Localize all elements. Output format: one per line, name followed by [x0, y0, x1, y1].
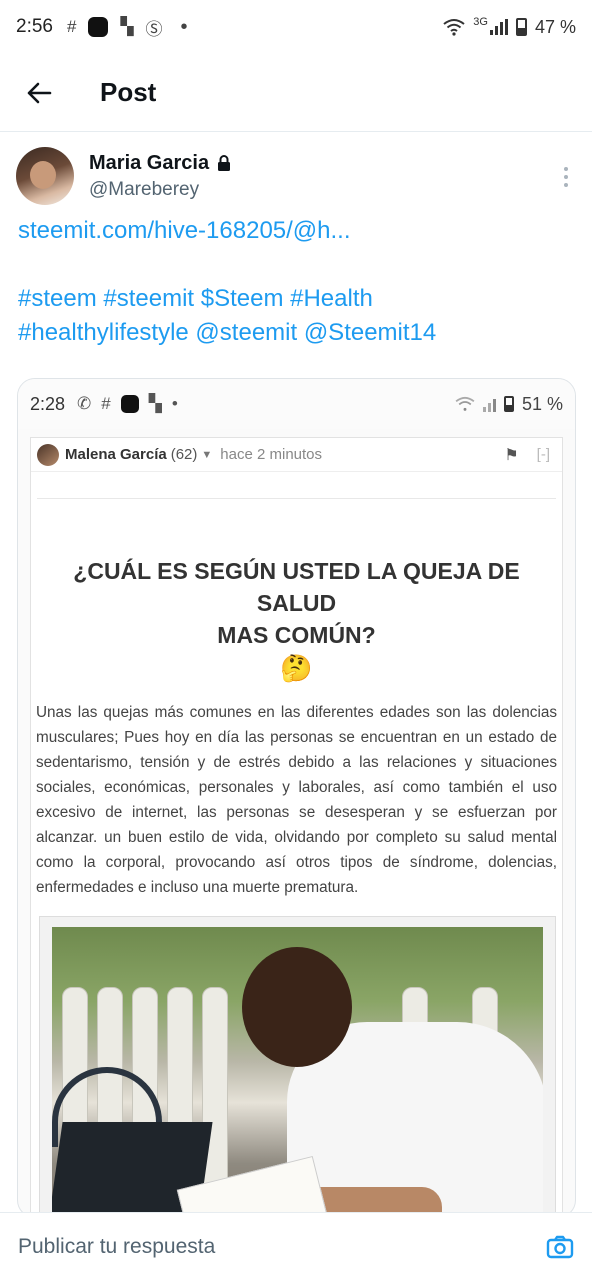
more-notifications-icon: • — [180, 15, 188, 38]
lock-icon — [218, 155, 231, 171]
comment-title-line2: MAS COMÚN? — [217, 622, 376, 648]
photo-app-notification-icon: ▚ — [120, 17, 134, 36]
embedded-battery-percent: 51 % — [521, 393, 563, 414]
author-display-name[interactable]: Maria Garcia — [89, 152, 231, 175]
more-options-icon[interactable] — [556, 165, 576, 187]
chevron-down-icon: ▼ — [201, 448, 213, 461]
collapse-label: [-] — [536, 446, 550, 463]
more-notifications-icon: • — [171, 394, 178, 413]
embedded-status-time: 2:28 — [30, 393, 66, 414]
battery-icon — [515, 18, 527, 36]
post-link[interactable]: steemit.com/hive-168205/@h... — [18, 214, 574, 248]
comment-header: Malena García (62) ▼ hace 2 minutos ⚑ [-… — [31, 438, 562, 472]
photo-app-notification-icon: ▚ — [148, 394, 162, 413]
post-author: Maria Garcia @Mareberey — [16, 144, 576, 208]
photo-woman-reading — [52, 927, 543, 1217]
embedded-status-right: 51 % — [455, 394, 563, 415]
flag-icon: ⚑ — [504, 446, 519, 464]
wifi-icon — [455, 396, 475, 411]
comment-reputation: (62) — [170, 446, 198, 463]
battery-icon — [503, 396, 514, 412]
comment-avatar — [37, 443, 59, 466]
post-hashtags-line2[interactable]: #healthylifestyle @steemit @Steemit14 — [18, 316, 574, 350]
app-notification-icon — [88, 17, 109, 37]
wifi-icon — [443, 19, 465, 36]
comment-photo — [39, 916, 556, 1217]
comment-title: ¿CUÁL ES SEGÚN USTED LA QUEJA DE SALUD M… — [31, 555, 562, 651]
grid-notification-icon: # — [66, 17, 77, 36]
back-button[interactable] — [0, 54, 78, 132]
signal-icon — [482, 396, 496, 412]
status-bar: 2:56 # ▚ Ⓢ • 3G 47 % — [0, 0, 592, 54]
author-names: Maria Garcia @Mareberey — [89, 152, 231, 201]
signal-icon — [489, 19, 508, 35]
status-time: 2:56 — [16, 16, 53, 37]
camera-icon[interactable] — [546, 1235, 574, 1259]
post-hashtags-line1[interactable]: #steem #steemit $Steem #Health — [18, 282, 574, 316]
embedded-comment: Malena García (62) ▼ hace 2 minutos ⚑ [-… — [30, 437, 563, 1217]
post-text: steemit.com/hive-168205/@h... #steem #st… — [18, 214, 574, 350]
reply-bar: Publicar tu respuesta — [0, 1212, 592, 1280]
status-right: 3G 47 % — [443, 16, 576, 38]
comment-body: Unas las quejas más comunes en las difer… — [36, 704, 557, 896]
app-notification-icon — [120, 395, 139, 413]
author-name: Maria Garcia — [89, 151, 210, 174]
comment-author: Malena García — [65, 446, 167, 463]
page-title: Post — [100, 77, 157, 107]
thinking-face-emoji: 🤔 — [280, 653, 313, 683]
grid-notification-icon: # — [101, 394, 111, 413]
comment-time: hace 2 minutos — [220, 446, 323, 463]
embedded-status-bar: 2:28 ✆ # ▚ • 51 % — [18, 379, 575, 429]
reply-input[interactable]: Publicar tu respuesta — [18, 1235, 215, 1259]
avatar[interactable] — [16, 147, 74, 205]
steem-notification-icon: Ⓢ — [145, 19, 163, 39]
whatsapp-icon: ✆ — [77, 394, 92, 413]
author-handle[interactable]: @Mareberey — [89, 179, 231, 201]
arrow-left-icon — [27, 82, 52, 103]
network-type: 3G — [473, 16, 488, 28]
comment-title-line1: ¿CUÁL ES SEGÚN USTED LA QUEJA DE SALUD — [73, 558, 520, 616]
battery-percent: 47 % — [534, 16, 576, 37]
top-app-bar: Post — [0, 54, 592, 132]
post-media[interactable]: 2:28 ✆ # ▚ • 51 % Malena García (62) ▼ h… — [17, 378, 576, 1218]
divider — [37, 498, 556, 499]
person-head — [242, 947, 352, 1067]
